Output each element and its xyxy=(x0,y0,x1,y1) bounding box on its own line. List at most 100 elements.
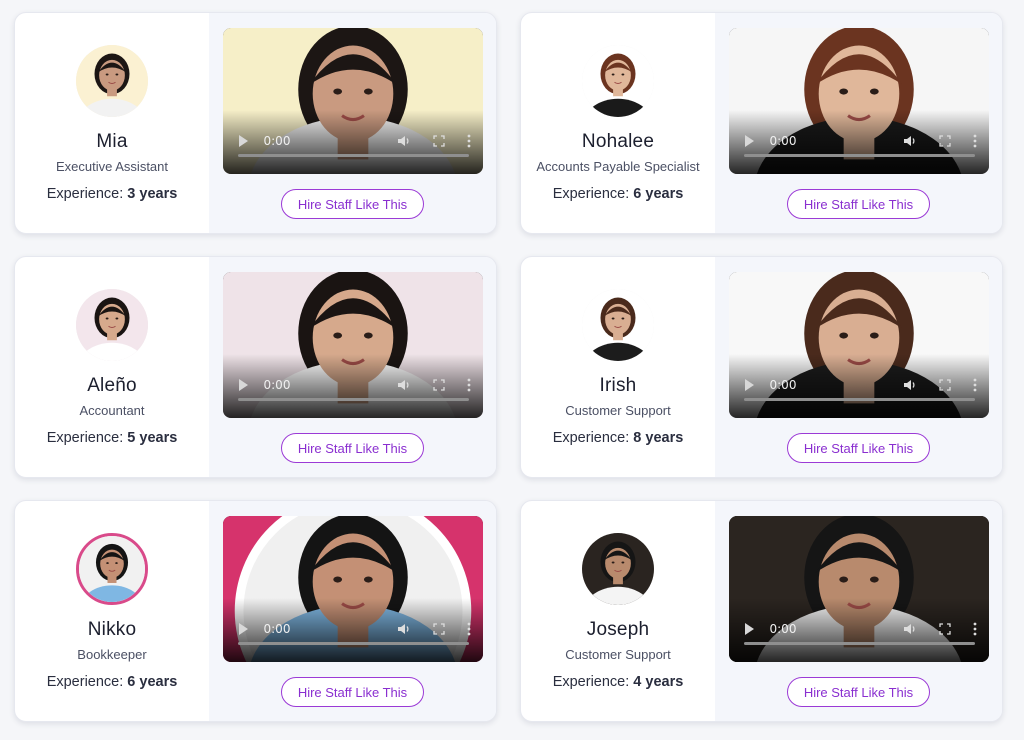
staff-name: Mia xyxy=(96,131,128,152)
staff-card: Mia Executive Assistant Experience: 3 ye… xyxy=(14,12,497,234)
fullscreen-icon[interactable] xyxy=(432,135,445,147)
video-time: 0:00 xyxy=(769,134,797,148)
video-player[interactable]: 0:00 xyxy=(728,516,989,662)
avatar-portrait xyxy=(582,45,654,117)
video-progress-bar[interactable] xyxy=(237,154,469,157)
media-panel: 0:00 Hire Staff Like This xyxy=(715,257,1002,477)
video-player[interactable]: 0:00 xyxy=(222,28,483,174)
staff-profile: Joseph Customer Support Experience: 4 ye… xyxy=(521,501,715,721)
avatar xyxy=(76,533,148,605)
video-player[interactable]: 0:00 xyxy=(728,28,989,174)
fullscreen-icon[interactable] xyxy=(432,623,445,635)
avatar-portrait xyxy=(79,536,145,602)
volume-icon[interactable] xyxy=(903,622,917,636)
experience-value: 5 years xyxy=(127,430,178,446)
video-controls: 0:00 xyxy=(222,110,483,174)
experience-value: 6 years xyxy=(127,674,178,690)
video-progress-bar[interactable] xyxy=(743,398,975,401)
staff-role: Customer Support xyxy=(565,403,671,418)
fullscreen-icon[interactable] xyxy=(938,379,951,391)
video-player[interactable]: 0:00 xyxy=(222,272,483,418)
experience-label: Experience: xyxy=(46,186,124,202)
experience-value: 3 years xyxy=(127,186,178,202)
media-panel: 0:00 Hire Staff Like This xyxy=(209,501,496,721)
experience: Experience: 6 years xyxy=(47,674,178,690)
play-icon[interactable] xyxy=(744,135,754,147)
staff-profile: Aleño Accountant Experience: 5 years xyxy=(15,257,209,477)
staff-role: Bookkeeper xyxy=(77,647,147,662)
volume-icon[interactable] xyxy=(903,378,917,392)
avatar-portrait xyxy=(76,45,148,117)
hire-staff-button[interactable]: Hire Staff Like This xyxy=(787,189,930,219)
more-options-icon[interactable] xyxy=(467,134,471,148)
video-time: 0:00 xyxy=(263,134,291,148)
more-options-icon[interactable] xyxy=(973,134,977,148)
video-player[interactable]: 0:00 xyxy=(222,516,483,662)
staff-card: Nohalee Accounts Payable Specialist Expe… xyxy=(520,12,1003,234)
hire-staff-button[interactable]: Hire Staff Like This xyxy=(281,433,424,463)
staff-card: Aleño Accountant Experience: 5 years 0:0… xyxy=(14,256,497,478)
experience: Experience: 4 years xyxy=(553,674,684,690)
avatar xyxy=(76,45,148,117)
video-progress-bar[interactable] xyxy=(237,642,469,645)
staff-name: Nikko xyxy=(87,619,137,640)
play-icon[interactable] xyxy=(238,623,248,635)
volume-icon[interactable] xyxy=(903,134,917,148)
video-controls: 0:00 xyxy=(222,598,483,662)
experience: Experience: 5 years xyxy=(47,430,178,446)
hire-staff-button[interactable]: Hire Staff Like This xyxy=(787,433,930,463)
hire-staff-button[interactable]: Hire Staff Like This xyxy=(787,677,930,707)
staff-profile: Mia Executive Assistant Experience: 3 ye… xyxy=(15,13,209,233)
experience-value: 8 years xyxy=(633,430,684,446)
more-options-icon[interactable] xyxy=(973,378,977,392)
video-progress-bar[interactable] xyxy=(237,398,469,401)
avatar-portrait xyxy=(582,533,654,605)
play-icon[interactable] xyxy=(744,379,754,391)
experience-label: Experience: xyxy=(552,430,630,446)
volume-icon[interactable] xyxy=(397,134,411,148)
video-controls: 0:00 xyxy=(728,354,989,418)
staff-grid: Mia Executive Assistant Experience: 3 ye… xyxy=(14,12,1003,722)
staff-card: Joseph Customer Support Experience: 4 ye… xyxy=(520,500,1003,722)
media-panel: 0:00 Hire Staff Like This xyxy=(209,257,496,477)
staff-role: Customer Support xyxy=(565,647,671,662)
fullscreen-icon[interactable] xyxy=(938,623,951,635)
more-options-icon[interactable] xyxy=(973,622,977,636)
play-icon[interactable] xyxy=(238,379,248,391)
video-progress-bar[interactable] xyxy=(743,642,975,645)
staff-name: Joseph xyxy=(586,619,650,640)
volume-icon[interactable] xyxy=(397,378,411,392)
avatar xyxy=(582,289,654,361)
staff-card: Irish Customer Support Experience: 8 yea… xyxy=(520,256,1003,478)
hire-staff-button[interactable]: Hire Staff Like This xyxy=(281,189,424,219)
media-panel: 0:00 Hire Staff Like This xyxy=(209,13,496,233)
video-time: 0:00 xyxy=(263,622,291,636)
staff-name: Nohalee xyxy=(581,131,655,152)
experience: Experience: 3 years xyxy=(47,186,178,202)
more-options-icon[interactable] xyxy=(467,622,471,636)
media-panel: 0:00 Hire Staff Like This xyxy=(715,13,1002,233)
staff-profile: Nohalee Accounts Payable Specialist Expe… xyxy=(521,13,715,233)
hire-staff-button[interactable]: Hire Staff Like This xyxy=(281,677,424,707)
experience-label: Experience: xyxy=(46,430,124,446)
staff-profile: Irish Customer Support Experience: 8 yea… xyxy=(521,257,715,477)
fullscreen-icon[interactable] xyxy=(432,379,445,391)
avatar xyxy=(582,533,654,605)
video-progress-bar[interactable] xyxy=(743,154,975,157)
play-icon[interactable] xyxy=(744,623,754,635)
play-icon[interactable] xyxy=(238,135,248,147)
experience: Experience: 6 years xyxy=(553,186,684,202)
avatar xyxy=(76,289,148,361)
experience-label: Experience: xyxy=(46,674,124,690)
video-time: 0:00 xyxy=(769,622,797,636)
more-options-icon[interactable] xyxy=(467,378,471,392)
video-player[interactable]: 0:00 xyxy=(728,272,989,418)
experience: Experience: 8 years xyxy=(553,430,684,446)
fullscreen-icon[interactable] xyxy=(938,135,951,147)
video-controls: 0:00 xyxy=(728,110,989,174)
staff-name: Aleño xyxy=(87,375,137,396)
volume-icon[interactable] xyxy=(397,622,411,636)
media-panel: 0:00 Hire Staff Like This xyxy=(715,501,1002,721)
experience-label: Experience: xyxy=(552,674,630,690)
video-time: 0:00 xyxy=(263,378,291,392)
